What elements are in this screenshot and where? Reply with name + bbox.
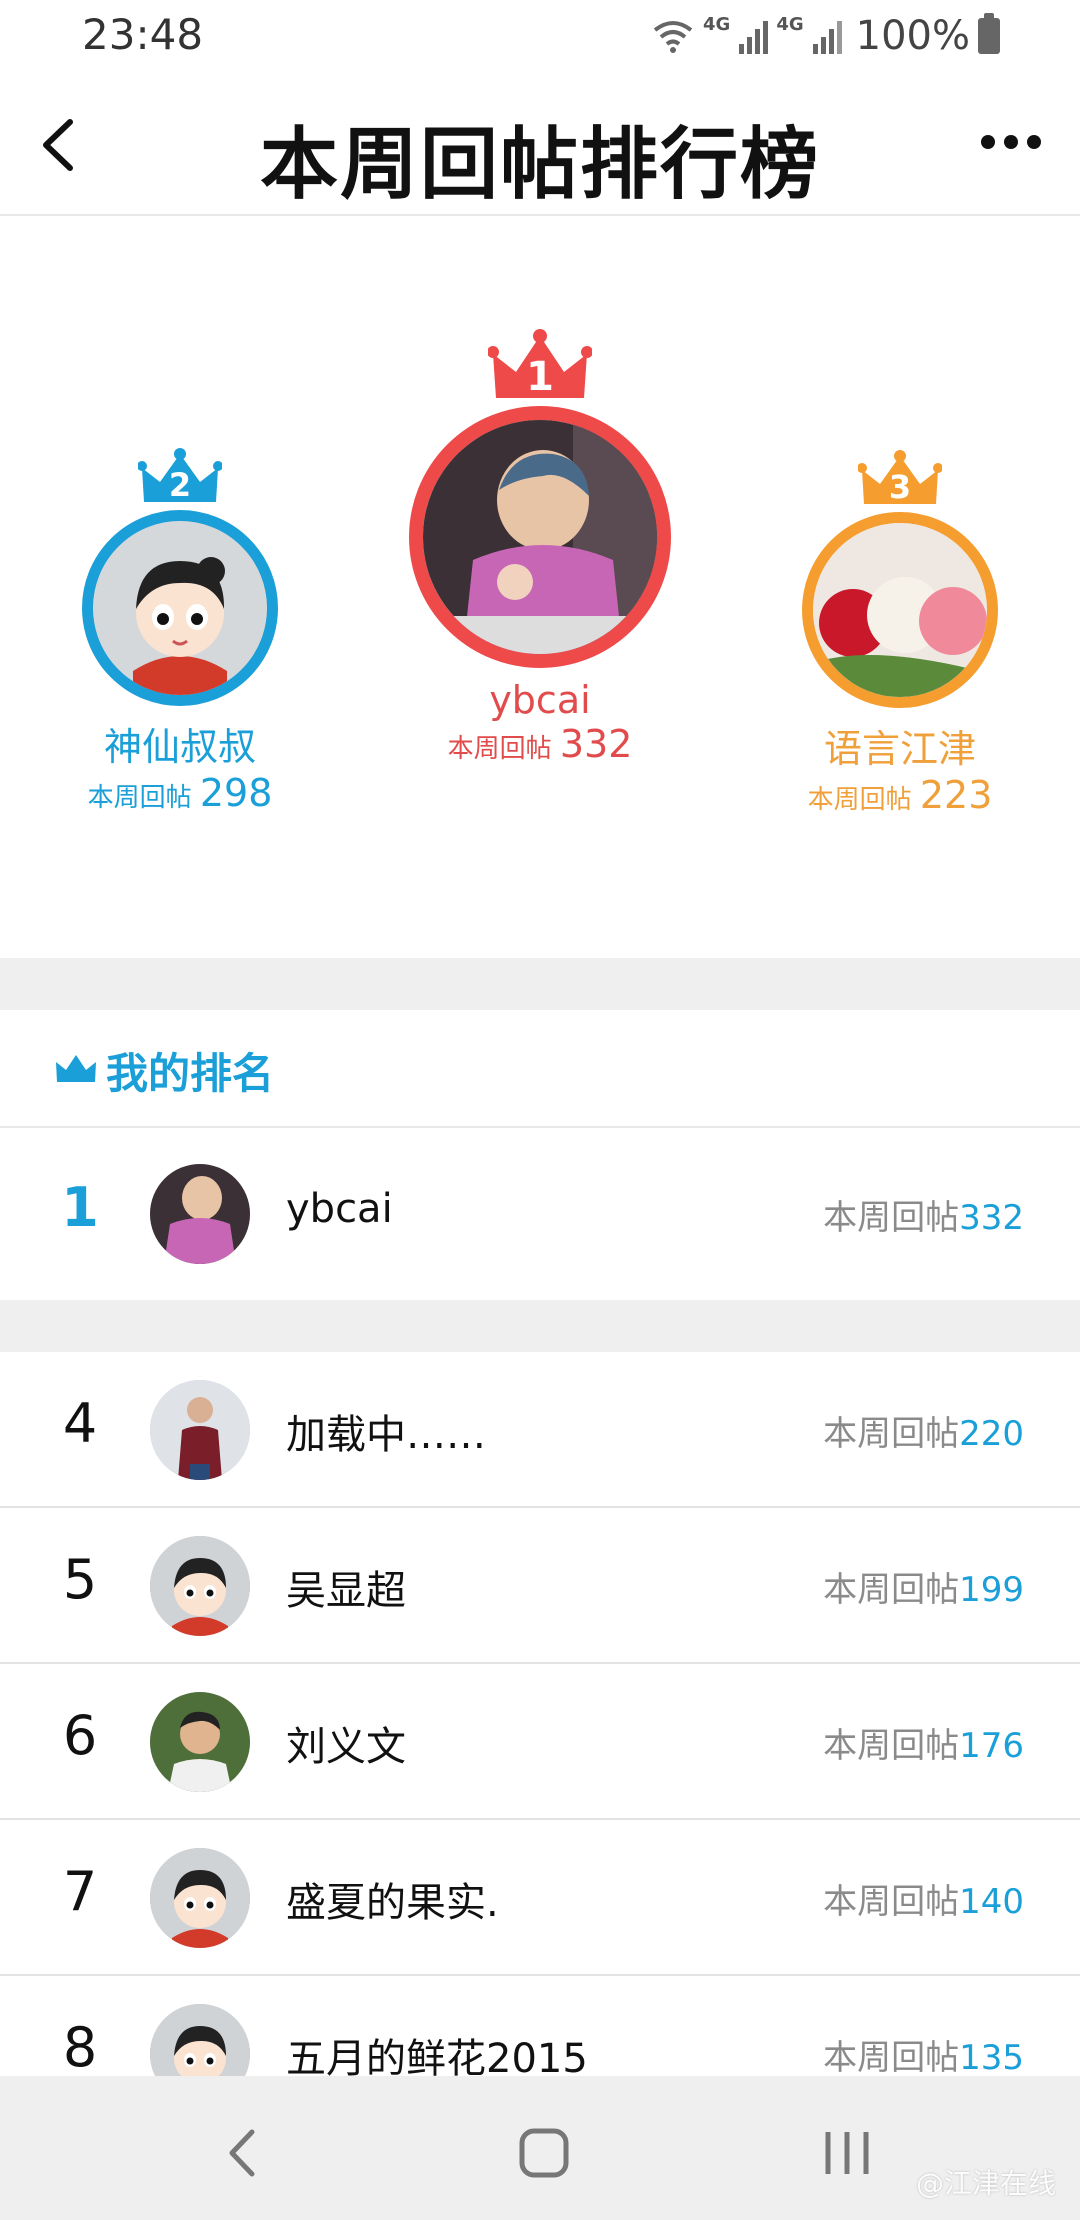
app-header: 本周回帖排行榜	[0, 72, 1080, 216]
cartoon-avatar-icon	[150, 1848, 250, 1948]
avatar	[150, 1692, 250, 1792]
weekly-score: 本周回帖176	[823, 1718, 1024, 1767]
section-divider	[0, 958, 1080, 1010]
battery-icon	[978, 13, 1000, 54]
user-name: 刘义文	[286, 1724, 406, 1770]
podium-score: 本周回帖 223	[780, 773, 1020, 817]
podium-third[interactable]: 3 语言江津 本周回帖 223	[780, 450, 1020, 817]
avatar	[82, 510, 278, 706]
score-value: 135	[959, 2038, 1024, 2078]
podium-score: 本周回帖 332	[390, 722, 690, 766]
rank-number: 4	[62, 1392, 98, 1455]
rank-number: 1	[526, 354, 554, 400]
podium: 2 神仙叔叔 本周回帖 298 1 ybcai 本周回帖 332 3 语言江津 …	[0, 218, 1080, 958]
score-label: 本周回帖	[823, 1198, 960, 1238]
score-label: 本周回帖	[823, 1882, 960, 1922]
user-name: 盛夏的果实.	[286, 1880, 499, 1926]
ranking-row[interactable]: 4 加载中…… 本周回帖220	[0, 1352, 1080, 1508]
score-label: 本周回帖	[823, 1570, 960, 1610]
status-time: 23:48	[82, 10, 204, 59]
cartoon-avatar-icon	[93, 521, 267, 695]
score-value: 176	[959, 1726, 1024, 1766]
nav-back-icon[interactable]	[222, 2126, 262, 2180]
weekly-score: 本周回帖220	[823, 1406, 1024, 1455]
score-value: 199	[959, 1570, 1024, 1610]
weekly-score: 本周回帖199	[823, 1562, 1024, 1611]
system-nav-bar: @江津在线	[0, 2076, 1080, 2220]
battery-percent: 100%	[855, 13, 970, 59]
photo-avatar-icon	[150, 1692, 250, 1792]
wifi-icon	[653, 21, 693, 53]
score-label: 本周回帖	[807, 785, 912, 815]
cartoon-avatar-icon	[150, 1536, 250, 1636]
score-value: 332	[559, 722, 633, 766]
nav-recents-icon[interactable]	[822, 2126, 872, 2180]
status-icons: 4G 4G 100%	[651, 10, 1000, 62]
roses-avatar-icon	[813, 523, 987, 697]
ranking-row[interactable]: 6 刘义文 本周回帖176	[0, 1664, 1080, 1820]
avatar	[150, 1536, 250, 1636]
more-icon[interactable]	[976, 122, 1046, 162]
podium-first[interactable]: 1 ybcai 本周回帖 332	[390, 328, 690, 766]
avatar	[150, 1380, 250, 1480]
rank-number: 8	[62, 2016, 98, 2079]
weekly-score: 本周回帖332	[823, 1190, 1024, 1239]
rank-number: 5	[62, 1548, 98, 1611]
nav-home-icon[interactable]	[518, 2126, 570, 2180]
podium-second[interactable]: 2 神仙叔叔 本周回帖 298	[60, 448, 300, 815]
network-label-2: 4G	[776, 14, 804, 35]
podium-name: 神仙叔叔	[103, 725, 256, 769]
avatar	[150, 1164, 250, 1264]
weekly-score: 本周回帖135	[823, 2030, 1024, 2079]
my-rank-title: 我的排名	[106, 1049, 275, 1098]
crown-icon	[56, 1055, 96, 1082]
score-value: 140	[959, 1882, 1024, 1922]
score-label: 本周回帖	[823, 2038, 960, 2078]
user-name: 吴显超	[286, 1568, 406, 1614]
podium-score: 本周回帖 298	[60, 771, 300, 815]
signal-icon	[739, 21, 769, 54]
score-label: 本周回帖	[447, 734, 552, 764]
score-label: 本周回帖	[87, 783, 192, 813]
rank-number: 6	[62, 1704, 98, 1767]
section-divider	[0, 1300, 1080, 1352]
user-name: ybcai	[286, 1186, 393, 1232]
podium-name: ybcai	[489, 678, 591, 722]
score-value: 298	[199, 771, 273, 815]
weekly-score: 本周回帖140	[823, 1874, 1024, 1923]
rank-number: 3	[888, 468, 912, 506]
score-label: 本周回帖	[823, 1414, 960, 1454]
avatar	[409, 406, 671, 668]
rank-number: 2	[168, 466, 192, 504]
page-title: 本周回帖排行榜	[259, 120, 820, 210]
status-bar: 23:48 4G 4G 100%	[0, 0, 1080, 72]
score-label: 本周回帖	[823, 1726, 960, 1766]
user-name: 加载中……	[286, 1412, 486, 1458]
network-label-1: 4G	[703, 14, 731, 35]
score-value: 220	[959, 1414, 1024, 1454]
my-rank-header: 我的排名	[0, 1010, 1080, 1128]
rank-number: 1	[61, 1176, 99, 1239]
watermark: @江津在线	[915, 2167, 1056, 2200]
avatar	[802, 512, 998, 708]
rank-number: 7	[62, 1860, 98, 1923]
photo-avatar-icon	[150, 1380, 250, 1480]
ranking-row[interactable]: 7 盛夏的果实. 本周回帖140	[0, 1820, 1080, 1976]
score-value: 223	[919, 773, 993, 817]
my-rank-row[interactable]: 1 ybcai 本周回帖332	[0, 1128, 1080, 1300]
podium-name: 语言江津	[823, 727, 976, 771]
photo-avatar-icon	[150, 1164, 250, 1264]
score-value: 332	[959, 1198, 1024, 1238]
signal-icon	[812, 21, 842, 54]
avatar	[150, 1848, 250, 1948]
photo-avatar-icon	[423, 420, 657, 654]
ranking-row[interactable]: 5 吴显超 本周回帖199	[0, 1508, 1080, 1664]
